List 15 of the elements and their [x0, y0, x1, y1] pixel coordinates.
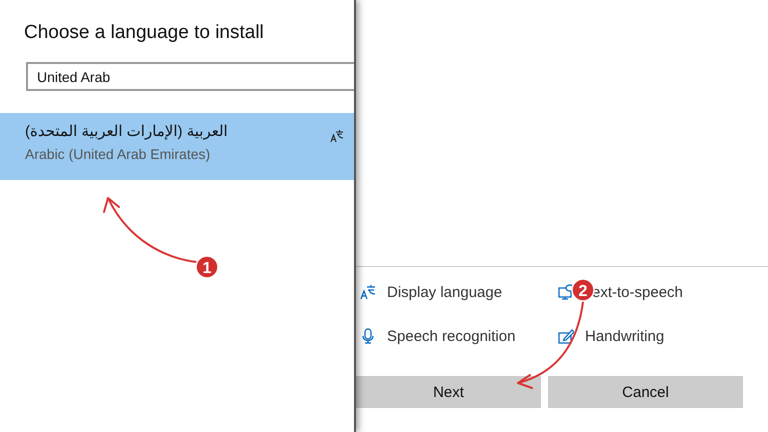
feature-label: ext-to-speech [592, 284, 683, 300]
dialog-title: Choose a language to install [23, 21, 265, 44]
cancel-button[interactable]: Cancel [548, 376, 743, 408]
display-language-icon [360, 284, 376, 300]
annotation-badge: 1 [195, 255, 219, 279]
english-name: Arabic (United Arab Emirates) [25, 146, 210, 162]
feature-label: Handwriting [585, 328, 664, 344]
speech-recognition-icon [360, 328, 376, 344]
annotation-badge: 2 [571, 278, 595, 302]
feature-label: Display language [387, 284, 502, 300]
feature-label: Speech recognition [387, 328, 516, 344]
next-button[interactable]: Next [356, 376, 541, 408]
search-field[interactable]: United Arab [26, 62, 354, 91]
handwriting-icon [558, 328, 574, 344]
native-name: العربية (الإمارات العربية المتحدة) [25, 122, 228, 140]
